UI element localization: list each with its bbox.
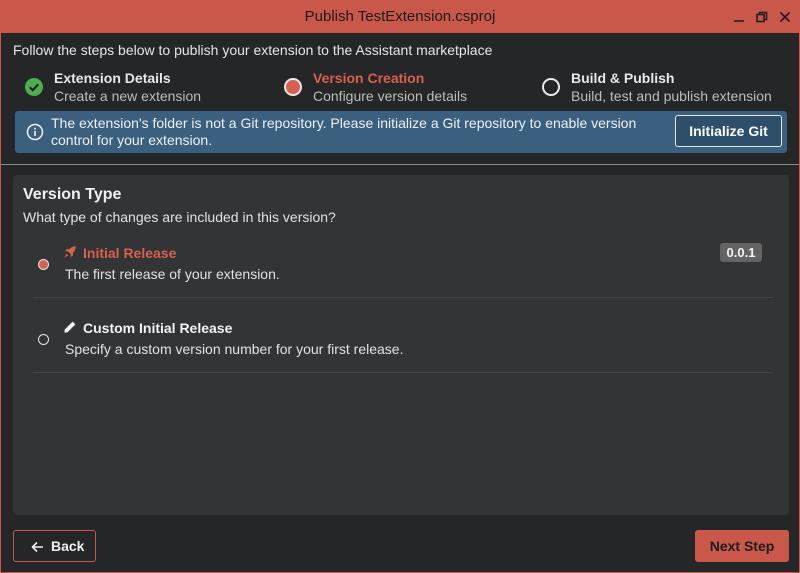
git-warning-banner: The extension's folder is not a Git repo… <box>15 111 787 153</box>
maximize-icon[interactable] <box>751 1 773 33</box>
step-title: Build & Publish <box>571 70 675 86</box>
pencil-icon <box>63 320 77 334</box>
step-version-creation: Version Creation Configure version detai… <box>284 70 484 106</box>
option-initial-release[interactable]: Initial Release The first release of you… <box>33 238 773 298</box>
info-icon <box>26 123 44 141</box>
panel-title: Version Type <box>23 186 122 203</box>
banner-message: The extension's folder is not a Git repo… <box>51 115 637 148</box>
step-build-publish: Build & Publish Build, test and publish … <box>542 70 792 106</box>
option-description: The first release of your extension. <box>65 266 280 282</box>
publish-dialog: Publish TestExtension.csproj Follow the … <box>0 0 800 573</box>
intro-text: Follow the steps below to publish your e… <box>13 42 493 58</box>
step-title: Version Creation <box>313 70 425 86</box>
version-type-panel: Version Type What type of changes are in… <box>13 175 789 515</box>
step-subtitle: Build, test and publish extension <box>571 88 772 104</box>
back-label: Back <box>51 538 85 554</box>
check-icon <box>25 78 43 96</box>
window-title: Publish TestExtension.csproj <box>304 8 496 25</box>
option-description: Specify a custom version number for your… <box>65 341 404 357</box>
title-bar[interactable]: Publish TestExtension.csproj <box>1 1 799 33</box>
version-badge: 0.0.1 <box>720 243 762 262</box>
option-custom-initial-release[interactable]: Custom Initial Release Specify a custom … <box>33 313 773 373</box>
arrow-left-icon <box>31 540 44 553</box>
step-title: Extension Details <box>54 70 171 86</box>
step-extension-details: Extension Details Create a new extension <box>25 70 225 106</box>
option-divider <box>33 372 773 373</box>
active-step-icon <box>284 78 302 96</box>
option-title: Initial Release <box>83 245 177 261</box>
minimize-icon[interactable] <box>728 1 750 33</box>
rocket-icon <box>63 245 77 259</box>
option-divider <box>33 297 773 298</box>
step-subtitle: Create a new extension <box>54 88 202 104</box>
initialize-git-button[interactable]: Initialize Git <box>675 115 782 147</box>
radio-custom-initial-release[interactable] <box>38 334 49 345</box>
back-button[interactable]: Back <box>13 530 96 562</box>
radio-initial-release[interactable] <box>38 259 49 270</box>
next-step-button[interactable]: Next Step <box>695 530 789 562</box>
pending-step-icon <box>542 78 560 96</box>
close-icon[interactable] <box>774 1 796 33</box>
option-title: Custom Initial Release <box>83 320 233 336</box>
panel-subtitle: What type of changes are included in thi… <box>23 209 336 225</box>
section-divider <box>1 164 799 165</box>
step-subtitle: Configure version details <box>313 88 468 104</box>
